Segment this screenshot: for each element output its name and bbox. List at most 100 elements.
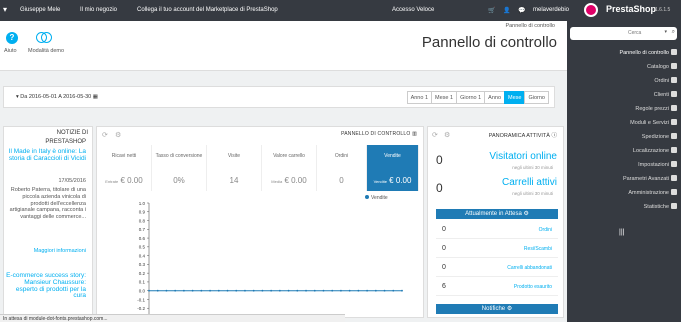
- kpi-value: 0: [339, 176, 344, 185]
- period-button[interactable]: Giorno 1: [456, 91, 486, 104]
- active-carts-link[interactable]: Carrelli attivi: [502, 177, 557, 188]
- kpi-value: € 0.00: [284, 176, 307, 185]
- kpi-value: € 0.00: [389, 176, 412, 185]
- person-icon[interactable]: 👤: [503, 7, 510, 14]
- sidebar-item-label: Pannello di controllo: [619, 50, 669, 56]
- legend-marker: [365, 195, 369, 199]
- y-tick-label: 0.8: [139, 218, 146, 223]
- pending-label[interactable]: Ordini: [539, 227, 552, 233]
- visitors-count: 0: [436, 153, 443, 167]
- news-item-title[interactable]: E-commerce success story: Mansieur Chaus…: [6, 272, 86, 300]
- data-point: [217, 289, 220, 292]
- pending-label[interactable]: Carrelli abbandonati: [507, 265, 552, 271]
- kpi-sales[interactable]: Vendite Vendite € 0.00: [367, 145, 419, 191]
- gear-icon[interactable]: ⚙: [444, 131, 450, 139]
- price-rules-icon: [671, 105, 677, 111]
- list-item[interactable]: 0 Resi/Scambi: [436, 240, 558, 258]
- news-read-more-link[interactable]: Maggiori informazioni: [6, 248, 86, 255]
- dashboard-title: PANNELLO DI CONTROLLO ▥: [341, 131, 417, 137]
- refresh-icon[interactable]: ⟳: [102, 131, 108, 139]
- y-tick-label: 0.3: [139, 262, 146, 267]
- sidebar-item-price-rules[interactable]: Regole prezzi: [635, 105, 677, 112]
- sidebar-item-label: Parametri Avanzati: [622, 176, 669, 182]
- help-button[interactable]: Aiuto: [4, 48, 17, 54]
- period-button-selected[interactable]: Mese: [504, 91, 526, 104]
- news-item-date: 17/05/2016: [58, 178, 86, 184]
- brand-logo: PrestaShop: [606, 4, 657, 14]
- chevron-down-icon[interactable]: ▾: [664, 29, 667, 35]
- domain-label[interactable]: melaverdebio: [533, 7, 569, 13]
- visitors-sub: negli ultimi 30 minuti: [512, 165, 553, 170]
- sidebar-item-catalog[interactable]: Catalogo: [647, 63, 677, 70]
- marketplace-link[interactable]: Collega il tuo account del Marketplace d…: [137, 7, 278, 13]
- demo-mode-icon[interactable]: [36, 32, 52, 44]
- data-point: [209, 289, 211, 292]
- sidebar-item-settings[interactable]: Impostazioni: [638, 161, 677, 168]
- kpi-label: Ordini: [334, 153, 349, 159]
- user-menu[interactable]: Giuseppe Mele: [20, 7, 60, 13]
- sidebar-item-shipping[interactable]: Spedizione: [642, 133, 677, 140]
- sidebar-item-customers[interactable]: Clienti: [654, 91, 677, 98]
- date-range-picker[interactable]: ▾ Da 2016-05-01 A 2016-05-30 ▦: [16, 94, 98, 100]
- news-item-title[interactable]: Il Made in Italy è online: La storia di …: [6, 148, 86, 163]
- visitors-online-link[interactable]: Visitatori online: [489, 151, 557, 162]
- pending-label[interactable]: Resi/Scambi: [524, 246, 552, 252]
- carts-sub: negli ultimi 30 minuti: [512, 191, 553, 196]
- sidebar-item-label: Spedizione: [641, 134, 669, 140]
- data-point: [322, 289, 325, 292]
- gear-icon[interactable]: ⚙: [115, 131, 121, 139]
- period-button[interactable]: Giorno: [524, 91, 549, 104]
- kpi-conversion-rate[interactable]: Tasso di conversione 0%: [152, 145, 207, 191]
- stats-icon: [671, 203, 677, 209]
- y-tick-label: 1.0: [139, 201, 146, 206]
- sidebar-item-advanced-params[interactable]: Parametri Avanzati: [623, 175, 677, 182]
- list-item[interactable]: 6 Prodotto esaurito: [436, 278, 558, 296]
- customers-icon: [671, 91, 677, 97]
- kpi-orders[interactable]: Ordini 0: [317, 145, 367, 191]
- collapse-menu-icon[interactable]: |||: [619, 229, 624, 236]
- pending-count: 6: [442, 283, 446, 290]
- search-icon[interactable]: ⌕: [672, 29, 675, 36]
- refresh-icon[interactable]: ⟳: [432, 131, 438, 139]
- caret-down-icon[interactable]: ▾: [3, 5, 7, 14]
- activity-title: PANORAMICA ATTIVITÀ ⓘ: [489, 131, 557, 139]
- kpi-net-revenue[interactable]: Ricavi netti Entrate € 0.00: [97, 145, 152, 191]
- page-header: ? Aiuto Modalità demo Pannello di contro…: [0, 21, 567, 71]
- cart-icon[interactable]: 🛒: [488, 7, 495, 14]
- sidebar-item-modules[interactable]: Moduli e Servizi: [630, 119, 677, 126]
- sidebar-item-stats[interactable]: Statistiche: [644, 203, 677, 210]
- y-tick-label: -0.2: [137, 306, 145, 311]
- list-item[interactable]: 0 Carrelli abbandonati: [436, 259, 558, 277]
- period-button[interactable]: Anno 1: [406, 91, 433, 104]
- quick-access-menu[interactable]: Accesso Veloce: [392, 7, 434, 13]
- period-button[interactable]: Mese 1: [431, 91, 458, 104]
- avatar[interactable]: [584, 3, 598, 17]
- sidebar-item-localization[interactable]: Localizzazione: [633, 147, 677, 154]
- sidebar-item-label: Regole prezzi: [635, 106, 669, 112]
- sidebar-item-orders[interactable]: Ordini: [654, 77, 677, 84]
- sidebar-item-admin[interactable]: Amministrazione: [628, 189, 677, 196]
- sidebar-item-label: Statistiche: [643, 204, 669, 210]
- kpi-label: Tasso di conversione: [155, 153, 203, 159]
- kpi-visits[interactable]: Visite 14: [207, 145, 262, 191]
- gear-icon[interactable]: ⚙: [523, 211, 528, 217]
- demo-mode-button[interactable]: Modalità demo: [28, 48, 64, 54]
- data-point: [156, 289, 159, 292]
- shipping-icon: [671, 133, 677, 139]
- pending-label[interactable]: Prodotto esaurito: [514, 284, 552, 290]
- news-heading: NOTIZIE DI: [4, 127, 92, 136]
- kpi-cart-value[interactable]: Valore carrello Media € 0.00: [262, 145, 317, 191]
- data-point: [401, 289, 403, 292]
- comment-icon[interactable]: 💬: [518, 7, 525, 14]
- gear-icon[interactable]: ⚙: [507, 306, 512, 312]
- activity-title-text: PANORAMICA ATTIVITÀ: [488, 133, 550, 139]
- data-point: [296, 289, 299, 292]
- search-input[interactable]: Cerca ▾ ⌕: [570, 27, 677, 40]
- kpi-label: Valore carrello: [273, 153, 305, 159]
- shop-link[interactable]: Il mio negozio: [80, 7, 117, 13]
- sidebar-item-dashboard[interactable]: Pannello di controllo: [619, 49, 677, 56]
- list-item[interactable]: 0 Ordini: [436, 221, 558, 239]
- data-point: [235, 289, 238, 292]
- period-button[interactable]: Anno: [484, 91, 506, 104]
- help-icon[interactable]: ?: [6, 32, 18, 44]
